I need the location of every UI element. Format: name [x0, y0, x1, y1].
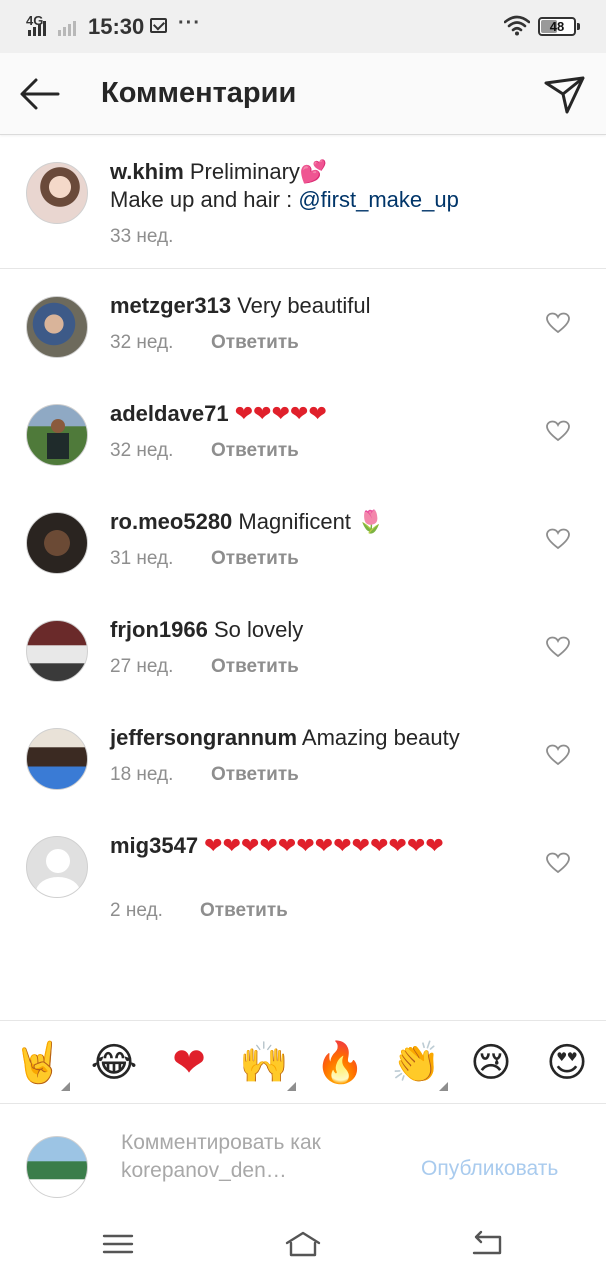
- comment-username[interactable]: frjon1966: [110, 617, 208, 642]
- reply-button[interactable]: Ответить: [211, 764, 299, 786]
- back-arrow-icon[interactable]: [16, 73, 64, 115]
- comment-row: frjon1966 So lovely 27 нед. Ответить: [0, 594, 606, 702]
- comment-body: Very beautiful: [231, 293, 371, 318]
- more-dots-icon: ···: [178, 12, 201, 34]
- caption-body: Preliminary💕: [183, 159, 328, 184]
- comment-text: ro.meo5280 Magnificent 🌷: [110, 508, 510, 536]
- avatar[interactable]: [26, 162, 88, 224]
- home-icon[interactable]: [285, 1229, 321, 1259]
- comment-username[interactable]: jeffersongrannum: [110, 725, 297, 750]
- comment-timestamp: 32 нед.: [110, 332, 174, 353]
- comment-timestamp: 2 нед.: [110, 900, 163, 921]
- comment-row: ro.meo5280 Magnificent 🌷 31 нед. Ответит…: [0, 486, 606, 594]
- comment-timestamp: 27 нед.: [110, 656, 174, 677]
- comment-username[interactable]: ro.meo5280: [110, 509, 232, 534]
- heart-outline-icon[interactable]: [546, 744, 570, 766]
- back-icon[interactable]: [470, 1229, 506, 1259]
- signal-icon: [28, 20, 46, 36]
- status-bar: 4G 15:30 ··· 48: [0, 0, 606, 53]
- signal-icon-secondary: [58, 20, 76, 36]
- system-nav-bar: [0, 1205, 606, 1280]
- heart-outline-icon[interactable]: [546, 636, 570, 658]
- avatar[interactable]: [26, 296, 88, 358]
- reply-button[interactable]: Ответить: [211, 440, 299, 462]
- comment-row: adeldave71 ❤❤❤❤❤ 32 нед. Ответить: [0, 378, 606, 486]
- comment-body: So lovely: [207, 617, 304, 642]
- avatar[interactable]: [26, 404, 88, 466]
- comment-timestamp: 18 нед.: [110, 764, 174, 785]
- avatar[interactable]: [26, 620, 88, 682]
- caption-timestamp: 33 нед.: [110, 226, 174, 247]
- emoji-heart-button[interactable]: ❤: [163, 1037, 215, 1089]
- reply-button[interactable]: Ответить: [211, 548, 299, 570]
- battery-percent: 48: [549, 19, 565, 34]
- emoji-raised-hands-button[interactable]: 🙌: [238, 1037, 296, 1091]
- heart-outline-icon[interactable]: [546, 312, 570, 334]
- caption-text: w.khim Preliminary💕 Make up and hair : @…: [110, 158, 550, 214]
- heart-outline-icon[interactable]: [546, 420, 570, 442]
- emoji-rock-button[interactable]: 🤘: [12, 1037, 70, 1091]
- comment-row: mig3547 ❤❤❤❤❤❤❤❤❤❤❤❤❤ 2 нед. Ответить: [0, 810, 606, 940]
- comment-timestamp: 32 нед.: [110, 440, 174, 461]
- clock: 15:30: [88, 14, 145, 39]
- emoji-clap-button[interactable]: 👏: [390, 1037, 448, 1091]
- emoji-joy-button[interactable]: 😂: [88, 1037, 140, 1089]
- comment-username[interactable]: adeldave71: [110, 401, 229, 426]
- battery-icon: 48: [538, 17, 580, 36]
- comment-composer: Комментировать как korepanov_den… Опубли…: [0, 1105, 606, 1205]
- emoji-heart-eyes-button[interactable]: 😍: [541, 1037, 593, 1089]
- comment-text: metzger313 Very beautiful: [110, 292, 510, 320]
- reply-button[interactable]: Ответить: [211, 656, 299, 678]
- comment-body: Amazing beauty: [297, 725, 460, 750]
- comment-text: adeldave71 ❤❤❤❤❤: [110, 400, 510, 428]
- caption-mention-link[interactable]: @first_make_up: [298, 187, 459, 212]
- own-avatar: [26, 1136, 88, 1198]
- comment-body: ❤❤❤❤❤: [228, 401, 327, 426]
- reply-button[interactable]: Ответить: [200, 900, 288, 922]
- direct-send-icon[interactable]: [540, 71, 588, 117]
- comment-timestamp: 31 нед.: [110, 548, 174, 569]
- comment-username[interactable]: metzger313: [110, 293, 231, 318]
- menu-icon[interactable]: [100, 1229, 136, 1259]
- publish-button[interactable]: Опубликовать: [421, 1157, 558, 1181]
- emoji-cry-button[interactable]: 😢: [465, 1037, 517, 1089]
- comment-row: jeffersongrannum Amazing beauty 18 нед. …: [0, 702, 606, 810]
- comment-body: Magnificent 🌷: [232, 509, 385, 534]
- reply-button[interactable]: Ответить: [211, 332, 299, 354]
- mail-icon: [150, 18, 167, 33]
- top-app-bar: Комментарии: [0, 53, 606, 135]
- caption-username[interactable]: w.khim: [110, 159, 184, 184]
- avatar[interactable]: [26, 512, 88, 574]
- comment-body: ❤❤❤❤❤❤❤❤❤❤❤❤❤: [198, 833, 444, 858]
- avatar[interactable]: [26, 728, 88, 790]
- post-caption: w.khim Preliminary💕 Make up and hair : @…: [0, 136, 606, 269]
- emoji-fire-button[interactable]: 🔥: [314, 1037, 366, 1089]
- comment-text: jeffersongrannum Amazing beauty: [110, 724, 530, 752]
- comment-username[interactable]: mig3547: [110, 833, 198, 858]
- comment-text: mig3547 ❤❤❤❤❤❤❤❤❤❤❤❤❤: [110, 832, 510, 860]
- comments-screen: 4G 15:30 ··· 48 Комментарии w.khim Preli…: [0, 0, 606, 1280]
- comment-row: metzger313 Very beautiful 32 нед. Ответи…: [0, 270, 606, 378]
- wifi-icon: [504, 15, 530, 36]
- page-title: Комментарии: [101, 77, 297, 109]
- quick-emoji-bar: 🤘 😂 ❤ 🙌 🔥 👏 😢 😍: [0, 1020, 606, 1104]
- heart-outline-icon[interactable]: [546, 852, 570, 874]
- comment-input[interactable]: Комментировать как korepanov_den…: [121, 1129, 391, 1185]
- heart-outline-icon[interactable]: [546, 528, 570, 550]
- caption-line2: Make up and hair :: [110, 187, 299, 212]
- comment-text: frjon1966 So lovely: [110, 616, 510, 644]
- avatar[interactable]: [26, 836, 88, 898]
